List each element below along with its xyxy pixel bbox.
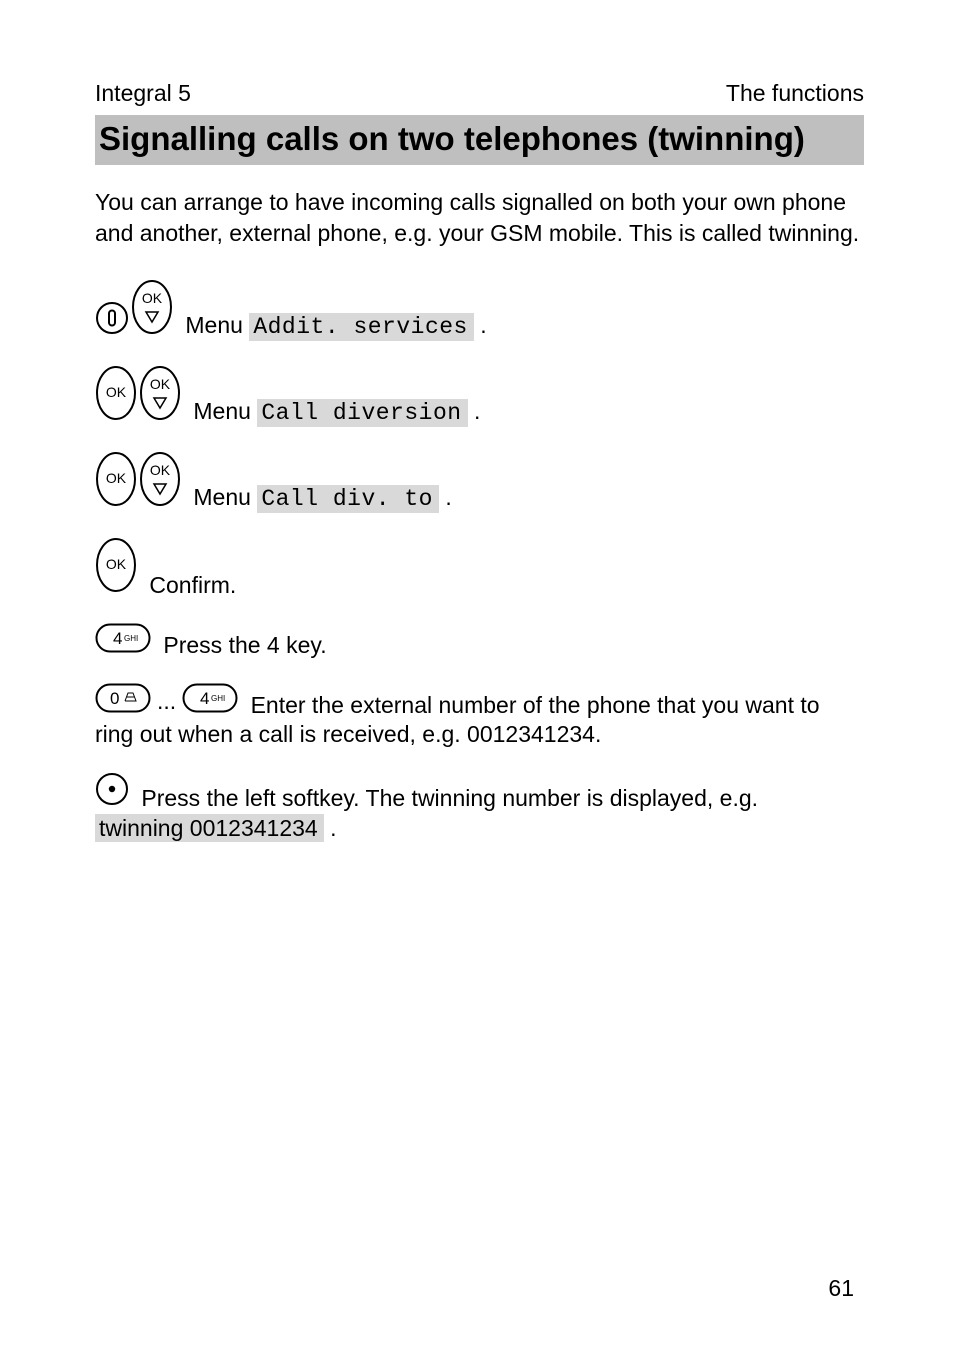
circle-bar-icon xyxy=(95,301,129,343)
press-4-text: Press the 4 key. xyxy=(163,632,326,658)
svg-text:GHI: GHI xyxy=(124,634,138,643)
ok-down-icon: OK xyxy=(139,365,181,429)
svg-text:4: 4 xyxy=(200,689,209,708)
period: . xyxy=(439,484,452,510)
ok-icon: OK xyxy=(95,451,137,515)
period: . xyxy=(474,312,487,338)
ok-down-icon: OK xyxy=(139,451,181,515)
intro-paragraph: You can arrange to have incoming calls s… xyxy=(95,187,864,249)
softkey-dot-icon xyxy=(95,772,129,814)
page-title: Signalling calls on two telephones (twin… xyxy=(95,115,864,165)
confirm-text: Confirm. xyxy=(149,572,236,598)
menu-label: Menu xyxy=(185,312,249,338)
period: . xyxy=(324,815,337,841)
svg-text:OK: OK xyxy=(142,290,163,306)
svg-text:OK: OK xyxy=(150,462,171,478)
menu-call-div-to: Call div. to xyxy=(257,485,439,513)
twinning-display: twinning 0012341234 xyxy=(95,814,324,842)
svg-text:OK: OK xyxy=(106,384,127,400)
ok-icon: OK xyxy=(95,537,137,601)
softkey-text: Press the left softkey. The twinning num… xyxy=(141,785,758,811)
key-0-icon: 0 xyxy=(95,683,151,721)
key-4-icon: 4 GHI xyxy=(182,683,238,721)
header-left: Integral 5 xyxy=(95,80,191,107)
svg-text:4: 4 xyxy=(113,629,122,648)
svg-text:OK: OK xyxy=(106,556,127,572)
menu-call-diversion: Call diversion xyxy=(257,399,467,427)
key-4-icon: 4 GHI xyxy=(95,623,151,661)
menu-label: Menu xyxy=(193,398,257,424)
page-number: 61 xyxy=(828,1275,854,1302)
svg-text:0: 0 xyxy=(110,689,119,708)
ellipsis: ... xyxy=(153,687,180,717)
svg-text:GHI: GHI xyxy=(211,694,225,703)
menu-label: Menu xyxy=(193,484,257,510)
period: . xyxy=(468,398,481,424)
header-right: The functions xyxy=(726,80,864,107)
svg-text:OK: OK xyxy=(106,470,127,486)
svg-text:OK: OK xyxy=(150,376,171,392)
ok-down-icon: OK xyxy=(131,279,173,343)
ok-icon: OK xyxy=(95,365,137,429)
menu-addit-services: Addit. services xyxy=(249,313,474,341)
